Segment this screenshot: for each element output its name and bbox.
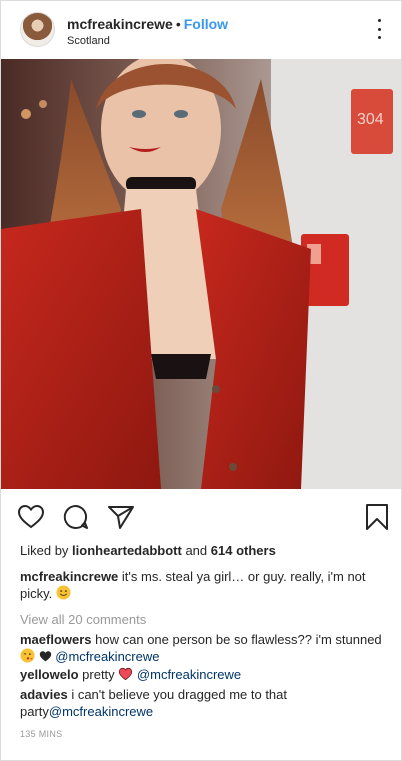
comment-username-link[interactable]: yellowelo [20, 667, 79, 682]
comment-bubble-icon[interactable] [62, 503, 90, 531]
username-link[interactable]: mcfreakincrewe [67, 16, 173, 32]
more-options-icon[interactable] [371, 19, 387, 39]
comment-item: adavies i can't believe you dragged me t… [20, 686, 390, 720]
post-photo[interactable]: 304 [1, 59, 401, 489]
action-bar [1, 489, 401, 541]
caption-username-link[interactable]: mcfreakincrewe [20, 569, 118, 584]
smiling-face-emoji-icon [56, 585, 71, 600]
bookmark-icon[interactable] [363, 503, 391, 531]
comment-item: maeflowers how can one person be so flaw… [20, 631, 390, 665]
location-link[interactable]: Scotland [67, 35, 110, 47]
comment-mention-link[interactable]: @mcfreakincrewe [137, 667, 241, 682]
likes-others-link[interactable]: 614 others [211, 543, 276, 558]
kissing-face-emoji-icon [20, 648, 35, 663]
separator-dot: • [175, 16, 181, 32]
post-card: mcfreakincrewe • Follow Scotland 304 Lik… [0, 0, 402, 761]
liked-by-user-link[interactable]: lionheartedabbott [72, 543, 182, 558]
caption: mcfreakincrewe it's ms. steal ya girl… o… [20, 568, 390, 602]
comment-username-link[interactable]: maeflowers [20, 632, 92, 647]
follow-button[interactable]: Follow [184, 16, 228, 32]
likes-prefix: Liked by [20, 543, 69, 558]
post-timestamp: 135 MINS [20, 729, 63, 739]
likes-suffix: and [185, 543, 208, 558]
comment-item: yellowelo pretty @mcfreakincrewe [20, 666, 390, 683]
comment-mention-link[interactable]: @mcfreakincrewe [49, 704, 153, 719]
paper-plane-icon[interactable] [107, 503, 135, 531]
heart-outline-icon[interactable] [17, 503, 45, 531]
avatar[interactable] [20, 12, 55, 47]
likes-line: Liked by lionheartedabbott and 614 other… [20, 543, 276, 558]
comment-text: how can one person be so flawless?? i'm … [95, 632, 382, 647]
comment-username-link[interactable]: adavies [20, 687, 68, 702]
photo-illustration: 304 [1, 59, 401, 489]
comment-mention-link[interactable]: @mcfreakincrewe [55, 649, 159, 664]
comment-text: pretty [82, 667, 115, 682]
view-all-comments-link[interactable]: View all 20 comments [20, 612, 146, 627]
post-header: mcfreakincrewe • Follow Scotland [1, 1, 401, 59]
black-heart-emoji-icon [39, 651, 51, 662]
header-user-line: mcfreakincrewe • Follow [67, 16, 228, 32]
red-heart-emoji-icon [119, 667, 133, 681]
svg-text:304: 304 [357, 111, 384, 128]
